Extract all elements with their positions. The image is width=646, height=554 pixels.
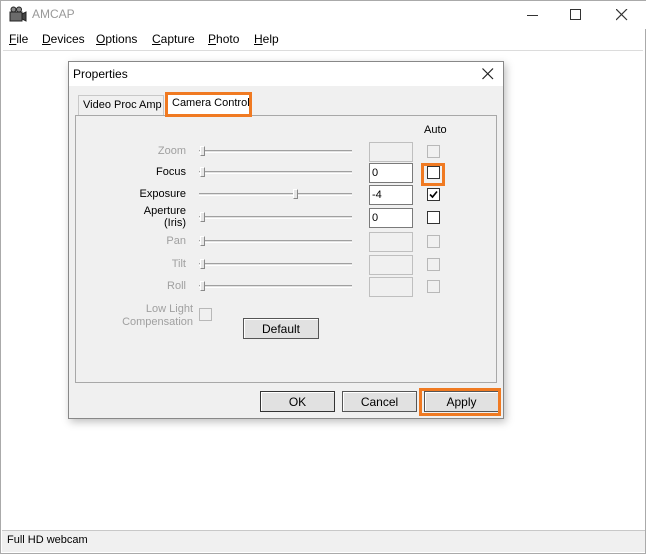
status-text: Full HD webcam [7, 534, 88, 546]
low-light-checkbox[interactable] [199, 308, 212, 321]
focus-label: Focus [156, 166, 186, 178]
pan-label: Pan [166, 235, 186, 247]
tilt-slider-thumb [200, 259, 205, 269]
cancel-button[interactable]: Cancel [342, 391, 417, 412]
menu-bar: File Devices Options Capture Photo Help [1, 30, 645, 50]
roll-slider-thumb [200, 281, 205, 291]
pan-slider-thumb [200, 236, 205, 246]
menu-help[interactable]: Help [254, 32, 279, 46]
menu-devices[interactable]: Devices [42, 32, 85, 46]
pan-slider [199, 240, 352, 243]
zoom-auto-checkbox [427, 145, 440, 158]
tab-video-proc-amp[interactable]: Video Proc Amp [78, 95, 164, 115]
title-bar: AMCAP [1, 1, 646, 29]
pan-auto-checkbox [427, 235, 440, 248]
app-title: AMCAP [32, 7, 75, 21]
roll-label: Roll [167, 280, 186, 292]
zoom-slider [199, 150, 352, 153]
dialog-title: Properties [73, 67, 128, 81]
camera-icon [9, 6, 27, 24]
menu-file[interactable]: File [9, 32, 28, 46]
exposure-value-field[interactable]: -4 [369, 185, 413, 205]
tilt-value-field [369, 255, 413, 275]
focus-slider[interactable] [199, 171, 352, 174]
low-light-label-line2: Compensation [122, 316, 193, 328]
menu-capture[interactable]: Capture [152, 32, 195, 46]
dialog-title-bar: Properties [69, 62, 503, 86]
dialog-close-button[interactable] [473, 62, 503, 86]
exposure-label: Exposure [139, 188, 186, 200]
pan-value-field [369, 232, 413, 252]
exposure-auto-checkbox[interactable] [427, 188, 440, 201]
tilt-auto-checkbox [427, 258, 440, 271]
close-button[interactable] [599, 1, 645, 29]
menu-options[interactable]: Options [96, 32, 137, 46]
aperture-iris-slider[interactable] [199, 216, 352, 219]
properties-dialog: Properties Video Proc Amp Camera Control… [68, 61, 504, 419]
focus-value-field[interactable]: 0 [369, 163, 413, 183]
menu-photo[interactable]: Photo [208, 32, 239, 46]
roll-slider [199, 285, 352, 288]
default-button[interactable]: Default [243, 318, 319, 339]
zoom-value-field [369, 142, 413, 162]
tab-camera-control[interactable]: Camera Control [167, 93, 251, 116]
low-light-label-line1: Low Light [145, 303, 193, 315]
tilt-slider [199, 263, 352, 266]
ok-button[interactable]: OK [260, 391, 335, 412]
zoom-slider-thumb [200, 146, 205, 156]
status-bar: Full HD webcam [2, 530, 645, 552]
checkmark-icon [429, 190, 438, 199]
auto-column-header: Auto [424, 124, 447, 136]
zoom-label: Zoom [157, 145, 186, 157]
exposure-slider-thumb[interactable] [293, 189, 298, 199]
roll-auto-checkbox [427, 280, 440, 293]
aperture-iris-auto-checkbox[interactable] [427, 211, 440, 224]
tilt-label: Tilt [171, 258, 186, 270]
aperture-iris-value-field[interactable]: 0 [369, 208, 413, 228]
aperture-iris-slider-thumb[interactable] [200, 212, 205, 222]
apply-button[interactable]: Apply [424, 391, 499, 412]
aperture-iris-label: Aperture [143, 205, 186, 217]
minimize-button[interactable] [510, 1, 556, 29]
maximize-button[interactable] [553, 1, 599, 29]
exposure-slider[interactable] [199, 193, 352, 196]
focus-slider-thumb[interactable] [200, 167, 205, 177]
aperture-iris-label-line2: (Iris) [164, 217, 186, 229]
roll-value-field [369, 277, 413, 297]
focus-auto-checkbox[interactable] [427, 166, 440, 179]
